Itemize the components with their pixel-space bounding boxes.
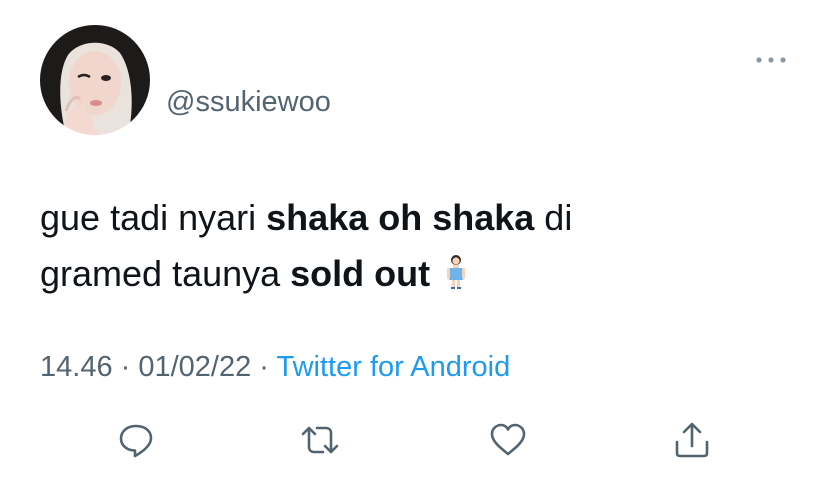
- tweet-text-segment: gramed taunya: [40, 253, 291, 294]
- profile-photo-icon: [40, 25, 150, 135]
- meta-separator: ·: [251, 351, 277, 383]
- meta-separator: ·: [112, 351, 139, 383]
- tweet-bold-segment: sold out: [290, 253, 431, 294]
- user-handle[interactable]: @ssukiewoo: [166, 86, 331, 118]
- reply-icon: [119, 424, 153, 458]
- tweet-source-link[interactable]: Twitter for Android: [277, 351, 511, 383]
- retweet-button[interactable]: [300, 420, 340, 460]
- avatar[interactable]: [40, 25, 150, 135]
- tweet-date[interactable]: 01/02/22: [138, 351, 251, 383]
- tweet-text-segment: gue tadi nyari: [40, 197, 267, 238]
- tweet-line-2: gramed taunya sold out: [40, 246, 780, 302]
- like-button[interactable]: [488, 420, 528, 460]
- woman-standing-emoji-icon: [444, 250, 468, 289]
- tweet-line-1: gue tadi nyari shaka oh shaka di: [40, 190, 780, 246]
- tweet-meta: 14.46 · 01/02/22 · Twitter for Android: [40, 350, 510, 384]
- tweet-time[interactable]: 14.46: [40, 351, 113, 383]
- reply-button[interactable]: [116, 420, 156, 460]
- tweet-bold-segment: shaka oh shaka: [266, 197, 535, 238]
- tweet-text-segment: di: [534, 197, 573, 238]
- like-icon: [490, 423, 526, 456]
- tweet-text: gue tadi nyari shaka oh shaka di gramed …: [40, 190, 780, 302]
- share-button[interactable]: [672, 420, 712, 460]
- more-options-button[interactable]: [754, 50, 788, 70]
- more-dots-icon: [756, 57, 786, 63]
- retweet-icon: [301, 426, 339, 454]
- share-icon: [675, 422, 709, 458]
